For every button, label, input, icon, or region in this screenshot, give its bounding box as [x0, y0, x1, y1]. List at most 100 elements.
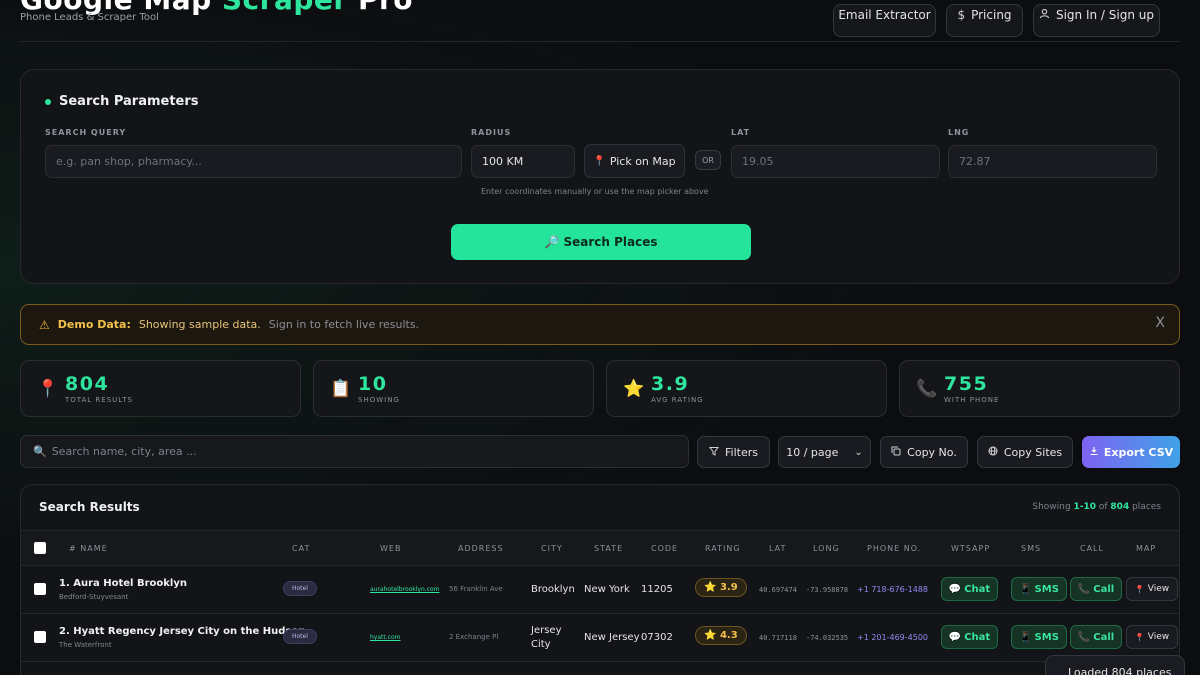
chevron-down-icon: ⌄: [854, 446, 863, 458]
col-name: # NAME: [69, 544, 108, 553]
col-web: WEB: [380, 544, 402, 553]
stat-with-phone: 📞 755 WITH PHONE: [899, 360, 1180, 417]
stat-total-results: 📍 804 TOTAL RESULTS: [20, 360, 301, 417]
latitude: 40.697474: [759, 586, 797, 594]
star-icon: ⭐: [623, 379, 645, 399]
call-button[interactable]: 📞 Call: [1070, 577, 1122, 601]
call-button[interactable]: 📞 Call: [1070, 625, 1122, 649]
banner-close-button[interactable]: X: [1155, 315, 1165, 331]
stat-value: 10: [358, 373, 388, 395]
col-code: CODE: [651, 544, 679, 553]
copy-sites-button[interactable]: Copy Sites: [977, 436, 1073, 468]
stat-label: AVG RATING: [651, 396, 704, 404]
col-call: CALL: [1080, 544, 1104, 553]
magnifier-icon: 🔎: [544, 235, 560, 249]
radius-input[interactable]: 100 KM: [471, 145, 575, 178]
city-line-2: City: [531, 639, 551, 650]
col-map: MAP: [1136, 544, 1157, 553]
stat-label: WITH PHONE: [944, 396, 1000, 404]
whatsapp-chat-button[interactable]: 💬 Chat: [941, 577, 998, 601]
stat-label: SHOWING: [358, 396, 400, 404]
demo-data-banner: ⚠ Demo Data: Showing sample data. Sign i…: [20, 304, 1180, 345]
clipboard-icon: 📋: [330, 379, 352, 399]
star-icon: ⭐: [704, 630, 717, 641]
pick-on-map-button[interactable]: 📍 Pick on Map: [584, 144, 685, 178]
pin-icon: 📍: [37, 379, 59, 399]
stat-value: 804: [65, 373, 110, 395]
results-title: Search Results: [39, 500, 140, 514]
whatsapp-chat-button[interactable]: 💬 Chat: [941, 625, 998, 649]
pricing-button[interactable]: $ Pricing: [946, 4, 1023, 37]
col-address: ADDRESS: [458, 544, 504, 553]
phone-number[interactable]: +1 718-676-1488: [857, 585, 928, 594]
export-csv-button[interactable]: Export CSV: [1082, 436, 1180, 468]
warning-icon: ⚠: [39, 317, 50, 332]
map-pin-icon: 📍: [1134, 632, 1145, 642]
search-results-table: Search Results Showing 1-10 of 804 place…: [20, 484, 1180, 675]
map-pin-icon: 📍: [593, 155, 606, 167]
place-name: 1. Aura Hotel Brooklyn: [59, 578, 187, 589]
website-link[interactable]: aurahotelbrooklyn.com: [370, 586, 440, 593]
col-lat: LAT: [769, 544, 787, 553]
lng-input[interactable]: 72.87: [948, 145, 1157, 178]
dollar-icon: $: [957, 7, 966, 22]
col-long: LONG: [813, 544, 840, 553]
table-header: # NAME CAT WEB ADDRESS CITY STATE CODE R…: [21, 530, 1179, 566]
rating-badge: ⭐ 3.9: [695, 578, 747, 597]
search-parameters-panel: Search Parameters SEARCH QUERY e.g. pan …: [20, 69, 1180, 284]
email-extractor-button[interactable]: Email Extractor: [833, 4, 936, 37]
website-link[interactable]: hyatt.com: [370, 634, 400, 641]
view-map-button[interactable]: 📍 View: [1126, 625, 1178, 649]
stat-value: 3.9: [651, 373, 690, 395]
sms-button[interactable]: 📱 SMS: [1011, 625, 1067, 649]
city: Brooklyn: [531, 584, 575, 595]
search-icon: 🔍: [33, 445, 47, 458]
phone-number[interactable]: +1 201-469-4500: [857, 633, 928, 642]
row-checkbox[interactable]: [34, 631, 46, 643]
address: 56 Franklin Ave: [449, 585, 503, 593]
longitude: -74.032535: [806, 634, 849, 642]
col-sms: SMS: [1021, 544, 1042, 553]
results-search-input[interactable]: 🔍 Search name, city, area ...: [20, 435, 689, 468]
search-places-button[interactable]: 🔎 Search Places: [451, 224, 751, 260]
view-map-button[interactable]: 📍 View: [1126, 577, 1178, 601]
col-rating: RATING: [705, 544, 741, 553]
place-name: 2. Hyatt Regency Jersey City on the Huds…: [59, 626, 306, 637]
filters-button[interactable]: Filters: [697, 436, 770, 468]
lat-input[interactable]: 19.05: [731, 145, 940, 178]
status-dot-icon: [45, 98, 51, 105]
stat-value: 755: [944, 373, 989, 395]
sign-in-button[interactable]: Sign In / Sign up: [1033, 4, 1160, 37]
col-city: CITY: [541, 544, 563, 553]
chat-icon: 💬: [948, 631, 962, 643]
category-badge: Hotel: [283, 629, 317, 644]
table-row: 2. Hyatt Regency Jersey City on the Huds…: [21, 614, 1179, 662]
banner-signin-text: Sign in to fetch live results.: [268, 318, 420, 331]
per-page-select[interactable]: 10 / page ⌄: [778, 436, 871, 468]
select-all-checkbox[interactable]: [34, 542, 46, 554]
mobile-icon: 📱: [1019, 583, 1032, 595]
copy-numbers-button[interactable]: Copy No.: [880, 436, 968, 468]
star-icon: ⭐: [704, 582, 717, 593]
lat-label: LAT: [731, 128, 751, 137]
place-area: Bedford-Stuyvesant: [59, 593, 129, 601]
download-icon: [1089, 446, 1099, 459]
place-area: The Waterfront: [59, 641, 112, 649]
phone-icon: 📞: [1077, 583, 1091, 595]
search-query-input[interactable]: e.g. pan shop, pharmacy...: [45, 145, 462, 178]
state: New York: [584, 584, 630, 595]
latitude: 40.717118: [759, 634, 797, 642]
banner-text: Showing sample data.: [138, 318, 261, 331]
lng-label: LNG: [948, 128, 970, 137]
or-separator: OR: [695, 150, 721, 170]
sms-button[interactable]: 📱 SMS: [1011, 577, 1067, 601]
stat-avg-rating: ⭐ 3.9 AVG RATING: [606, 360, 887, 417]
phone-icon: 📞: [916, 379, 938, 399]
copy-icon: [891, 446, 901, 459]
chat-icon: 💬: [948, 583, 962, 595]
row-checkbox[interactable]: [34, 583, 46, 595]
longitude: -73.958878: [806, 586, 849, 594]
results-count: Showing 1-10 of 804 places: [1032, 502, 1161, 512]
search-parameters-title: Search Parameters: [45, 94, 199, 109]
banner-label: Demo Data:: [57, 318, 131, 331]
